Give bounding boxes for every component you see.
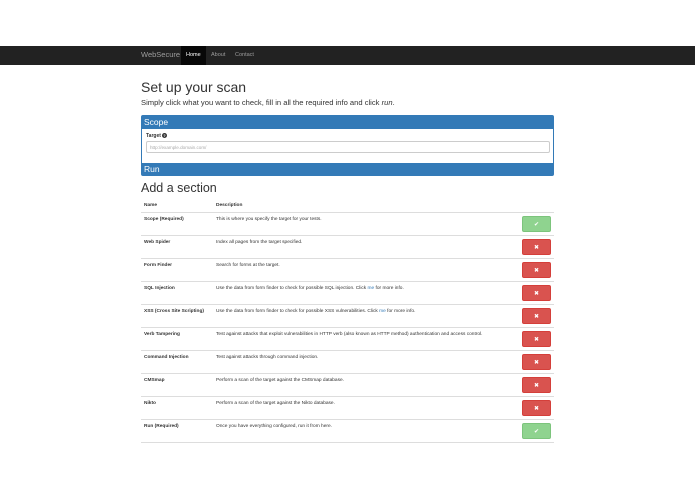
description-text-after: for more info. <box>385 309 416 314</box>
nav-home[interactable]: Home <box>181 46 206 65</box>
brand[interactable]: WebSecure <box>141 50 180 59</box>
description-text: Test against attacks through command inj… <box>216 355 319 360</box>
section-name: SQL Injection <box>144 286 175 291</box>
lead-text: Simply click what you want to check, fil… <box>141 98 382 107</box>
toggle-button-disabled[interactable]: ✖ <box>522 308 551 324</box>
more-info-link[interactable]: me <box>379 309 386 314</box>
table-row: Web Spider Index all pages from the targe… <box>141 236 554 259</box>
section-description: Perform a scan of the target against the… <box>216 401 335 406</box>
target-label: Target? <box>146 133 167 139</box>
section-name: CMSmap <box>144 378 165 383</box>
table-row: Form Finder Search for forms at the targe… <box>141 259 554 282</box>
description-text: Once you have everything configured, run… <box>216 424 332 429</box>
section-name: Web Spider <box>144 240 171 245</box>
toggle-button-disabled[interactable]: ✖ <box>522 354 551 370</box>
section-name: Scope (Required) <box>144 217 184 222</box>
description-text: Index all pages from the target specifie… <box>216 240 303 245</box>
times-icon: ✖ <box>533 360 540 366</box>
lead-suffix: . <box>392 98 395 107</box>
table-row: CMSmap Perform a scan of the target again… <box>141 374 554 397</box>
section-name: XSS (Cross Site Scripting) <box>144 309 204 314</box>
section-description: Use the data from form finder to check f… <box>216 286 404 291</box>
table-row: Command Injection Test against attacks th… <box>141 351 554 374</box>
toggle-button-disabled[interactable]: ✖ <box>522 262 551 278</box>
section-description: Perform a scan of the target against the… <box>216 378 344 383</box>
description-text: Search for forms at the target. <box>216 263 280 268</box>
scope-panel-heading: Scope <box>142 116 553 129</box>
nav-about[interactable]: About <box>206 46 230 65</box>
section-name: Nikto <box>144 401 156 406</box>
description-text: Perform a scan of the target against the… <box>216 378 344 383</box>
page-title: Set up your scan <box>141 79 247 95</box>
description-text: Test against attacks that exploit vulner… <box>216 332 483 337</box>
table-row: Verb Tampering Test against attacks that … <box>141 328 554 351</box>
check-icon: ✔ <box>533 222 540 228</box>
nav-contact[interactable]: Contact <box>230 46 259 65</box>
table-row: Scope (Required) This is where you specif… <box>141 213 554 236</box>
table-row: SQL Injection Use the data from form find… <box>141 282 554 305</box>
section-name: Run (Required) <box>144 424 179 429</box>
times-icon: ✖ <box>533 291 540 297</box>
check-icon: ✔ <box>533 429 540 435</box>
times-icon: ✖ <box>533 383 540 389</box>
toggle-button-enabled[interactable]: ✔ <box>522 216 551 232</box>
section-description: Test against attacks that exploit vulner… <box>216 332 482 337</box>
description-text: Use the data from form finder to check f… <box>216 309 380 314</box>
toggle-button-disabled[interactable]: ✖ <box>522 400 551 416</box>
description-text: Use the data from form finder to check f… <box>216 286 368 291</box>
table-row: Run (Required) Once you have everything c… <box>141 420 554 443</box>
toggle-button-disabled[interactable]: ✖ <box>522 285 551 301</box>
question-circle-icon[interactable]: ? <box>161 133 167 139</box>
lead-emphasis: run <box>381 98 393 107</box>
section-description: This is where you specify the target for… <box>216 217 322 222</box>
section-description: Search for forms at the target. <box>216 263 280 268</box>
times-icon: ✖ <box>533 314 540 320</box>
toggle-button-disabled[interactable]: ✖ <box>522 239 551 255</box>
column-header-description: Description <box>216 203 243 208</box>
toggle-button-enabled[interactable]: ✔ <box>522 423 551 439</box>
times-icon: ✖ <box>533 268 540 274</box>
section-description: Once you have everything configured, run… <box>216 424 332 429</box>
section-description: Index all pages from the target specifie… <box>216 240 302 245</box>
description-text: This is where you specify the target for… <box>216 217 322 222</box>
scope-panel: Scope Target? Run <box>141 115 554 176</box>
toggle-button-disabled[interactable]: ✖ <box>522 377 551 393</box>
table-row: Nikto Perform a scan of the target agains… <box>141 397 554 420</box>
target-input[interactable] <box>146 141 550 153</box>
times-icon: ✖ <box>533 245 540 251</box>
times-icon: ✖ <box>533 337 540 343</box>
column-header-name: Name <box>144 203 158 208</box>
section-description: Use the data from form finder to check f… <box>216 309 415 314</box>
section-name: Form Finder <box>144 263 172 268</box>
section-description: Test against attacks through command inj… <box>216 355 318 360</box>
description-text: Perform a scan of the target against the… <box>216 401 335 406</box>
page-lead: Simply click what you want to check, fil… <box>141 98 395 107</box>
toggle-button-disabled[interactable]: ✖ <box>522 331 551 347</box>
run-panel-heading[interactable]: Run <box>142 163 553 175</box>
times-icon: ✖ <box>533 406 540 412</box>
section-name: Command Injection <box>144 355 189 360</box>
target-label-text: Target <box>146 133 161 139</box>
table-row: XSS (Cross Site Scripting) Use the data f… <box>141 305 554 328</box>
description-text-after: for more info. <box>374 286 404 291</box>
navbar: WebSecure Home About Contact <box>0 46 695 65</box>
section-name: Verb Tampering <box>144 332 180 337</box>
sections-title: Add a section <box>141 181 217 195</box>
